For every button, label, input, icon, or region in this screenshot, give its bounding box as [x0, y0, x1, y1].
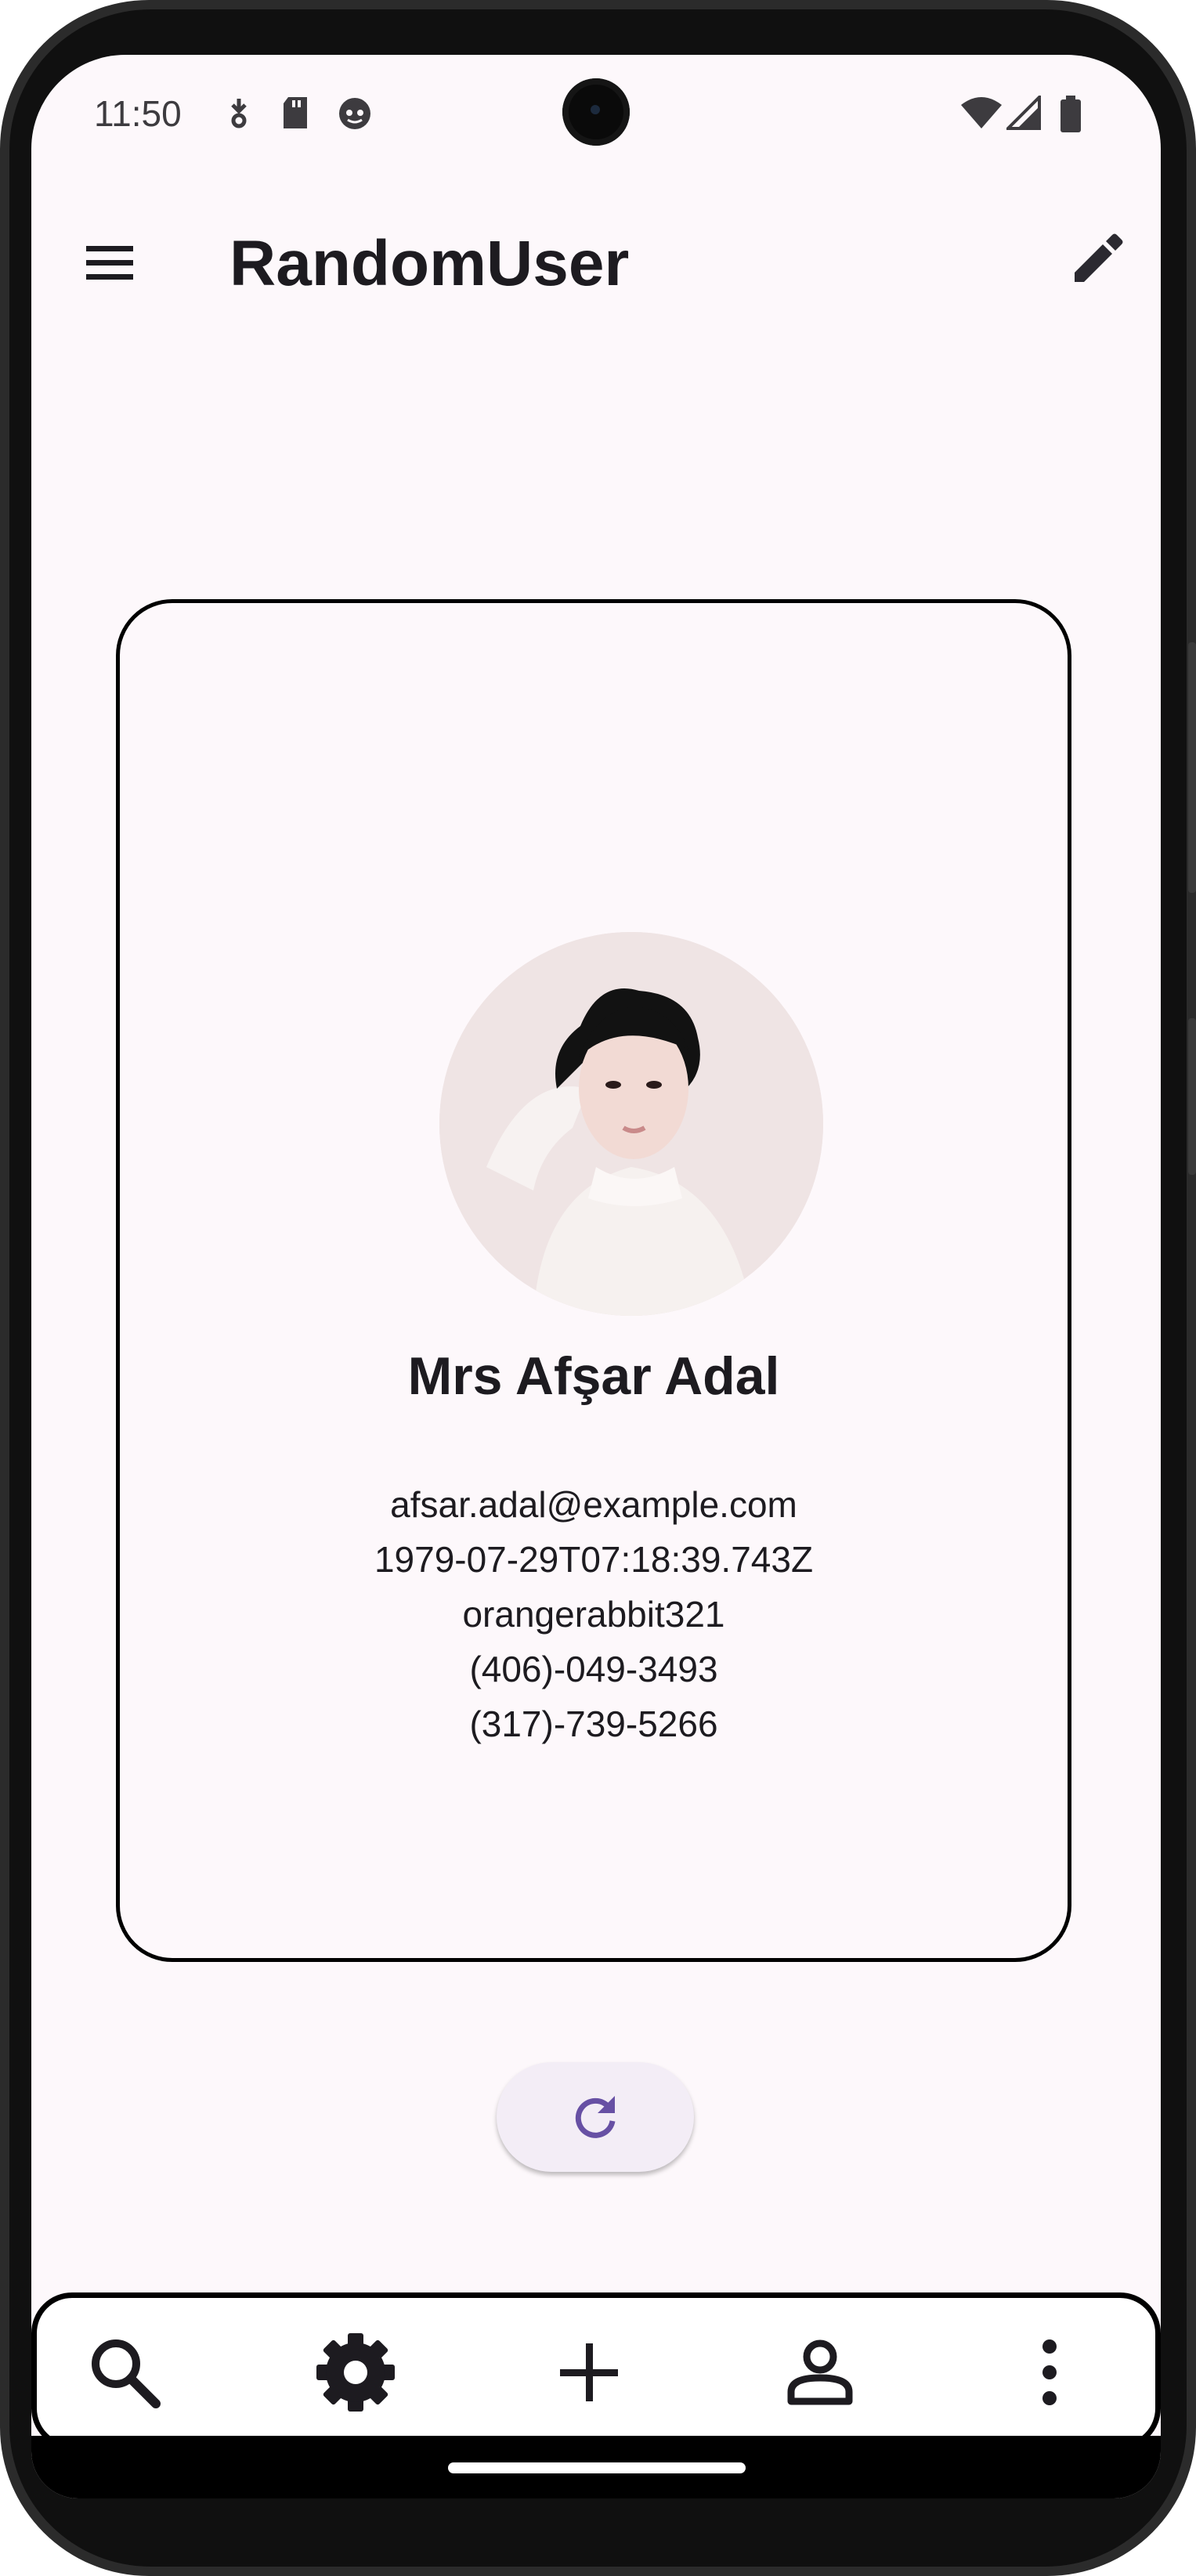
- user-card: Mrs Afşar Adal afsar.adal@example.com 19…: [116, 599, 1071, 1962]
- user-avatar: [439, 932, 823, 1316]
- sd-card-icon: [280, 96, 312, 134]
- user-email: afsar.adal@example.com: [390, 1484, 797, 1525]
- edit-button[interactable]: [1065, 227, 1128, 290]
- status-bar: 11:50: [31, 55, 1161, 172]
- user-dob: 1979-07-29T07:18:39.743Z: [374, 1539, 814, 1580]
- more-button[interactable]: [1006, 2329, 1093, 2415]
- profile-button[interactable]: [777, 2329, 863, 2415]
- bottom-toolbar: [31, 2292, 1161, 2449]
- user-name: Mrs Afşar Adal: [407, 1346, 780, 1406]
- device-frame: 11:50 RandomUser Mrs Afşar Adal afsar.ad…: [0, 0, 1196, 2576]
- front-camera: [562, 78, 630, 146]
- cellular-signal-icon: [1004, 93, 1042, 134]
- person-icon: [787, 2339, 853, 2405]
- wifi-icon: [959, 96, 1003, 134]
- search-icon: [92, 2339, 161, 2408]
- user-phone: (406)-049-3493: [469, 1649, 718, 1689]
- refresh-button[interactable]: [497, 2062, 694, 2172]
- home-gesture-handle[interactable]: [448, 2462, 746, 2473]
- top-app-bar: RandomUser: [31, 211, 1161, 305]
- download-status-icon: [223, 96, 255, 134]
- user-cell: (317)-739-5266: [469, 1703, 718, 1744]
- add-button[interactable]: [546, 2329, 632, 2415]
- menu-button[interactable]: [78, 235, 141, 290]
- user-username: orangerabbit321: [462, 1594, 725, 1635]
- search-button[interactable]: [81, 2329, 168, 2415]
- app-title: RandomUser: [229, 228, 630, 299]
- settings-button[interactable]: [313, 2329, 399, 2415]
- power-button: [1188, 1018, 1196, 1175]
- user-photo: [439, 932, 823, 1316]
- app-notification-icon: [337, 96, 373, 135]
- app-screen: 11:50 RandomUser Mrs Afşar Adal afsar.ad…: [31, 55, 1161, 2498]
- volume-button: [1188, 642, 1196, 893]
- add-icon: [560, 2343, 618, 2401]
- settings-gear-icon: [316, 2333, 395, 2412]
- refresh-icon: [575, 2096, 616, 2138]
- battery-icon: [1059, 96, 1082, 137]
- more-vert-icon: [1042, 2339, 1057, 2405]
- edit-icon: [1075, 233, 1123, 282]
- menu-icon: [86, 246, 133, 280]
- status-time: 11:50: [94, 93, 182, 134]
